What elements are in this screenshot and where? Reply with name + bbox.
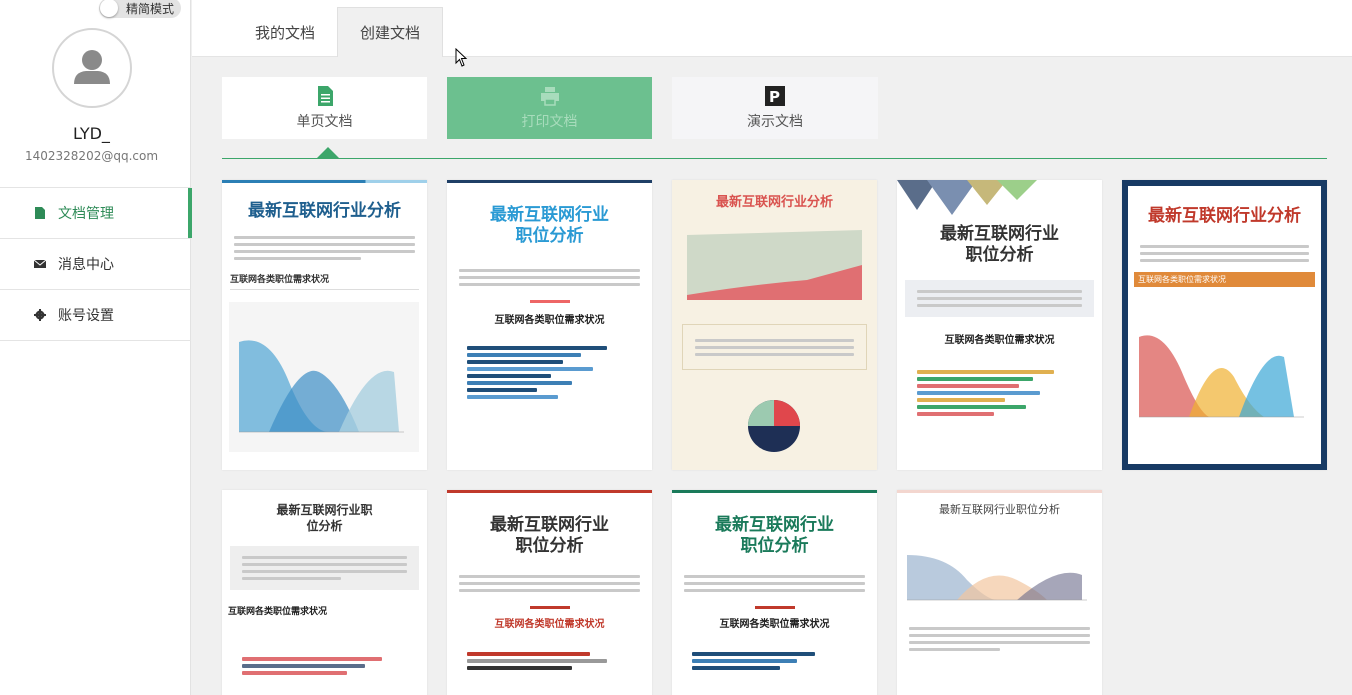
template-title: 最新互联网行业分析 xyxy=(1148,206,1301,226)
tab-my-documents[interactable]: 我的文档 xyxy=(232,7,338,57)
template-title: 最新互联网行业职位分析 xyxy=(715,515,834,556)
toggle-knob[interactable] xyxy=(100,0,118,17)
simple-mode-toggle[interactable]: 精简模式 xyxy=(99,0,181,18)
template-card[interactable]: 最新互联网行业分析 互联网各类职位需求状况 xyxy=(1122,180,1327,470)
template-subtitle: 互联网各类职位需求状况 xyxy=(719,619,830,630)
template-card[interactable]: 最新互联网行业职位分析 互联网各类职位需求状况 xyxy=(897,180,1102,470)
avatar[interactable] xyxy=(52,28,132,108)
template-title: 最新互联网行业职位分析 xyxy=(939,503,1060,516)
document-icon xyxy=(317,86,333,106)
template-subtitle: 互联网各类职位需求状况 xyxy=(494,619,605,630)
category-divider xyxy=(222,158,1327,159)
sidebar-item-label: 消息中心 xyxy=(58,257,114,273)
tab-create-document[interactable]: 创建文档 xyxy=(337,7,443,57)
area-chart-thumbnail xyxy=(1139,335,1304,418)
sidebar-item-message-center[interactable]: 消息中心 xyxy=(0,239,191,290)
envelope-icon xyxy=(34,259,46,268)
pie-chart-thumbnail xyxy=(748,400,800,452)
area-chart-thumbnail xyxy=(229,302,419,452)
decor-triangles xyxy=(897,180,1037,215)
sidebar-nav: 文档管理 消息中心 账号设置 xyxy=(0,187,192,341)
sidebar-item-label: 文档管理 xyxy=(58,206,114,222)
user-icon xyxy=(74,50,110,84)
document-icon xyxy=(35,207,45,219)
printer-icon xyxy=(540,87,559,106)
template-title: 最新互联网行业分析 xyxy=(715,195,833,210)
svg-text:P: P xyxy=(769,88,780,106)
template-card[interactable]: 最新互联网行业职位分析 互联网各类职位需求状况 xyxy=(447,490,652,695)
mouse-cursor-icon xyxy=(455,48,468,67)
gear-icon xyxy=(34,309,46,321)
template-card[interactable]: 最新互联网行业职位分析 互联网各类职位需求状况 xyxy=(447,180,652,470)
category-single-page[interactable]: 单页文档 xyxy=(222,77,427,139)
area-chart-thumbnail xyxy=(907,555,1087,601)
template-subtitle: 互联网各类职位需求状况 xyxy=(494,315,605,326)
template-card[interactable]: 最新互联网行业职位分析 互联网各类职位需求状况 xyxy=(222,490,427,695)
category-presentation[interactable]: P 演示文档 xyxy=(672,77,878,139)
sidebar-item-document-management[interactable]: 文档管理 xyxy=(0,188,192,239)
area-chart-thumbnail xyxy=(687,230,862,300)
template-card[interactable]: 最新互联网行业分析 xyxy=(672,180,877,470)
template-title: 最新互联网行业职位分析 xyxy=(276,503,373,533)
template-subtitle: 互联网各类职位需求状况 xyxy=(944,335,1055,346)
template-subtitle: 互联网各类职位需求状况 xyxy=(1134,272,1315,287)
template-card[interactable]: 最新互联网行业职位分析 xyxy=(897,490,1102,695)
template-subtitle: 互联网各类职位需求状况 xyxy=(230,275,330,285)
template-title: 最新互联网行业职位分析 xyxy=(490,205,609,246)
category-label: 演示文档 xyxy=(747,114,803,130)
sidebar: 精简模式 LYD_ 1402328202@qq.com 文档管理 消息中心 账号… xyxy=(0,0,192,695)
template-card[interactable]: 最新互联网行业职位分析 互联网各类职位需求状况 xyxy=(672,490,877,695)
toggle-label: 精简模式 xyxy=(126,2,175,16)
template-title: 最新互联网行业分析 xyxy=(248,201,401,221)
top-tab-bar: 我的文档 创建文档 xyxy=(192,0,1352,57)
sidebar-item-label: 账号设置 xyxy=(58,308,114,324)
template-title: 最新互联网行业职位分析 xyxy=(490,515,609,556)
category-label: 单页文档 xyxy=(296,114,353,130)
sidebar-item-account-settings[interactable]: 账号设置 xyxy=(0,290,191,341)
username: LYD_ xyxy=(73,124,110,143)
template-title: 最新互联网行业职位分析 xyxy=(940,224,1059,265)
template-subtitle: 互联网各类职位需求状况 xyxy=(228,607,328,617)
user-email: 1402328202@qq.com xyxy=(24,149,159,163)
presentation-icon: P xyxy=(765,86,785,106)
category-label: 打印文档 xyxy=(521,114,578,130)
template-card[interactable]: 最新互联网行业分析 互联网各类职位需求状况 xyxy=(222,180,427,470)
category-print[interactable]: 打印文档 xyxy=(447,77,652,139)
